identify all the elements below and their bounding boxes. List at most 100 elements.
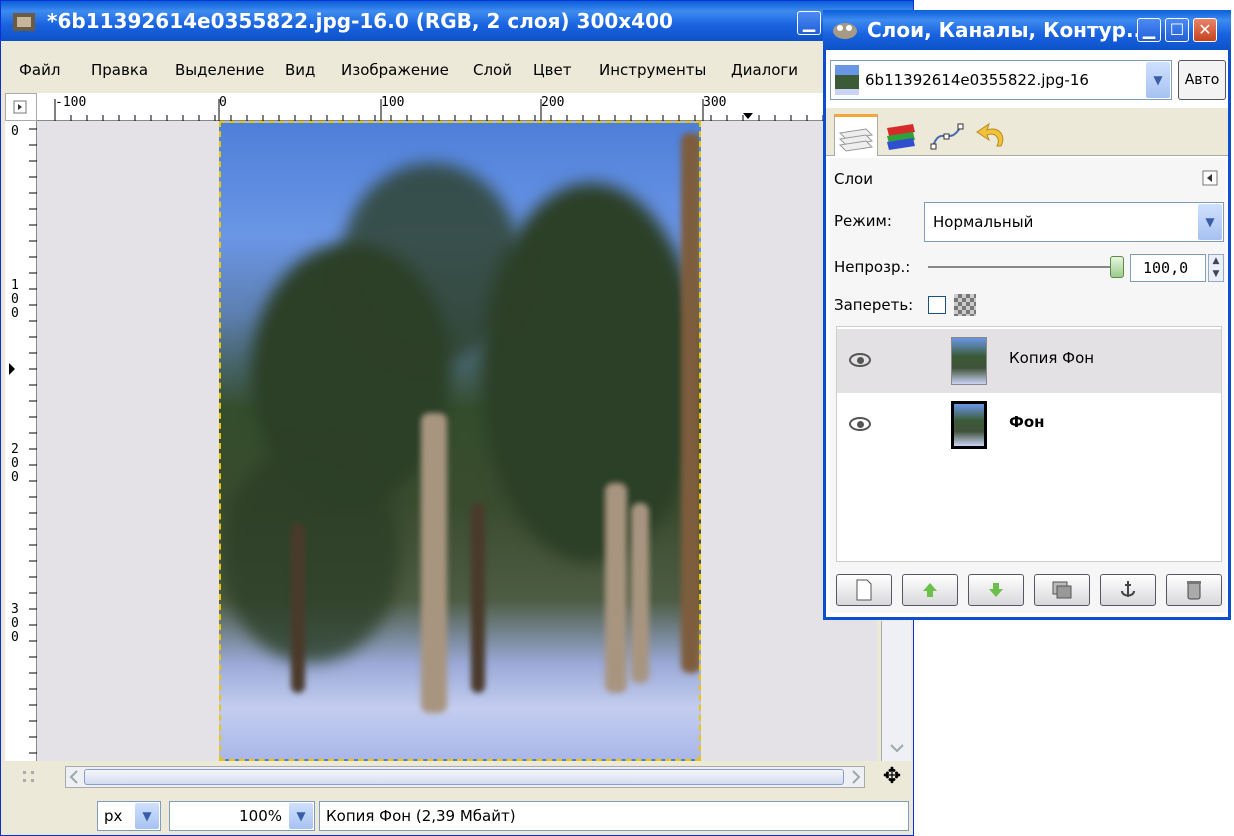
vertical-ruler[interactable]: 0 1 0 0 2 0 0 3 0 0: [5, 121, 37, 761]
gimp-wilber-icon: [833, 23, 857, 39]
maximize-button[interactable]: ☐: [1165, 18, 1189, 42]
menu-tools[interactable]: Инструменты: [599, 61, 706, 79]
minimize-button[interactable]: ▁: [1137, 18, 1161, 42]
scroll-thumb[interactable]: [84, 769, 844, 785]
dock-title: Слои, Каналы, Контур...: [867, 18, 1149, 42]
layer-name: Фон: [1009, 413, 1045, 431]
unit-select[interactable]: px ▼: [97, 801, 161, 831]
tab-paths[interactable]: [926, 114, 970, 156]
chevron-down-icon: ▼: [1198, 204, 1222, 240]
undo-tab-icon: [976, 122, 1004, 147]
delete-layer-button[interactable]: [1166, 574, 1222, 606]
anchor-layer-icon: [1121, 581, 1135, 597]
layer-thumbnail: [951, 401, 987, 449]
lock-alpha-checkbox[interactable]: [928, 296, 946, 314]
scroll-left-icon: [69, 770, 78, 784]
mode-value: Нормальный: [933, 213, 1034, 231]
scroll-down-icon: [890, 744, 904, 753]
opacity-slider-handle[interactable]: [1110, 256, 1124, 278]
dock-body: 6b11392614e0355822.jpg-16 ▼ Авто Слои Ре…: [826, 50, 1228, 617]
opacity-input[interactable]: 100,0: [1130, 254, 1206, 282]
navigate-corner-icon[interactable]: [17, 767, 43, 789]
lower-layer-icon: [989, 583, 1003, 597]
image-window: *6b11392614e0355822.jpg-16.0 (RGB, 2 сло…: [0, 0, 914, 836]
auto-button[interactable]: Авто: [1178, 60, 1226, 100]
anchor-layer-button[interactable]: [1100, 574, 1156, 606]
menu-image[interactable]: Изображение: [341, 61, 449, 79]
horizontal-ruler[interactable]: -100 0 100 200 300: [37, 93, 913, 121]
paths-tab-icon: [930, 123, 964, 150]
layer-info-text: Копия Фон (2,39 Мбайт): [326, 807, 516, 825]
menu-view[interactable]: Вид: [285, 61, 315, 79]
status-message: Копия Фон (2,39 Мбайт): [319, 801, 909, 831]
vertical-scrollbar[interactable]: [881, 621, 911, 761]
quick-mask-toggle[interactable]: [5, 93, 37, 121]
image-canvas[interactable]: [37, 121, 877, 761]
layer-name: Копия Фон: [1009, 349, 1095, 367]
layer-row-fon[interactable]: Фон: [837, 393, 1221, 457]
chevron-down-icon: ▼: [1146, 62, 1170, 98]
layers-panel: Слои Режим: Нормальный ▼ Непрозр.: 100,0…: [830, 158, 1226, 613]
image-select[interactable]: 6b11392614e0355822.jpg-16 ▼: [830, 60, 1172, 100]
image-thumbnail-icon: [835, 65, 859, 95]
svg-text:0: 0: [11, 470, 19, 485]
lock-label: Запереть:: [834, 296, 914, 314]
menu-bar: Файл Правка Выделение Вид Изображение Сл…: [1, 56, 913, 86]
duplicate-layer-icon: [1052, 581, 1072, 599]
svg-text:3: 3: [11, 602, 19, 617]
eye-icon[interactable]: [849, 353, 871, 367]
navigate-icon[interactable]: ✥: [879, 765, 905, 789]
forest-photo[interactable]: [219, 121, 701, 761]
svg-text:2: 2: [11, 442, 19, 457]
dock-tabs: [826, 108, 1228, 156]
scroll-right-icon: [852, 770, 861, 784]
svg-text:0: 0: [11, 124, 19, 139]
dock-titlebar[interactable]: Слои, Каналы, Контур... ▁ ☐ ✕: [823, 10, 1231, 50]
panel-menu-icon[interactable]: [1202, 170, 1218, 186]
new-layer-icon: [856, 579, 872, 601]
zoom-select[interactable]: 100% ▼: [169, 801, 315, 831]
layer-row-kopiya-fon[interactable]: Копия Фон: [837, 329, 1221, 393]
delete-layer-icon: [1187, 581, 1201, 600]
chevron-down-icon: ▼: [135, 803, 159, 829]
tab-channels[interactable]: [880, 114, 924, 156]
eye-icon[interactable]: [849, 417, 871, 431]
duplicate-layer-button[interactable]: [1034, 574, 1090, 606]
new-layer-button[interactable]: [836, 574, 892, 606]
ruler-ticks: [54, 99, 904, 121]
svg-text:0: 0: [11, 616, 19, 631]
zoom-value: 100%: [239, 807, 282, 825]
opacity-label: Непрозр.:: [834, 258, 911, 276]
opacity-slider[interactable]: [928, 266, 1120, 268]
unit-value: px: [104, 807, 123, 825]
raise-layer-icon: [923, 583, 937, 597]
mode-select[interactable]: Нормальный ▼: [924, 202, 1224, 242]
tab-layers[interactable]: [834, 114, 878, 156]
menu-file[interactable]: Файл: [19, 61, 60, 79]
mode-label: Режим:: [834, 212, 892, 230]
spin-arrows-icon[interactable]: ▲ ▼: [1208, 254, 1224, 282]
horizontal-scrollbar[interactable]: [65, 766, 865, 788]
channels-tab-icon: [887, 124, 915, 150]
close-button[interactable]: ✕: [1193, 18, 1217, 42]
tab-undo[interactable]: [972, 114, 1016, 156]
svg-text:0: 0: [11, 456, 19, 471]
image-select-value: 6b11392614e0355822.jpg-16: [865, 71, 1089, 89]
menu-dialogs[interactable]: Диалоги: [731, 61, 798, 79]
alpha-checker-icon: [954, 294, 976, 316]
chevron-down-icon: ▼: [289, 803, 313, 829]
minimize-button[interactable]: ▁: [797, 11, 821, 35]
menu-layer[interactable]: Слой: [473, 61, 512, 79]
layer-thumbnail: [951, 337, 987, 385]
menu-select[interactable]: Выделение: [175, 61, 264, 79]
layer-list[interactable]: Копия Фон Фон: [836, 326, 1222, 562]
lower-layer-button[interactable]: [968, 574, 1024, 606]
svg-text:0: 0: [11, 306, 19, 321]
window-titlebar[interactable]: *6b11392614e0355822.jpg-16.0 (RGB, 2 сло…: [1, 1, 913, 41]
svg-text:0: 0: [11, 292, 19, 307]
ruler-ticks: 0 1 0 0 2 0 0 3 0 0: [9, 124, 37, 754]
raise-layer-button[interactable]: [902, 574, 958, 606]
layers-heading: Слои: [834, 170, 873, 188]
menu-edit[interactable]: Правка: [91, 61, 148, 79]
menu-color[interactable]: Цвет: [533, 61, 571, 79]
